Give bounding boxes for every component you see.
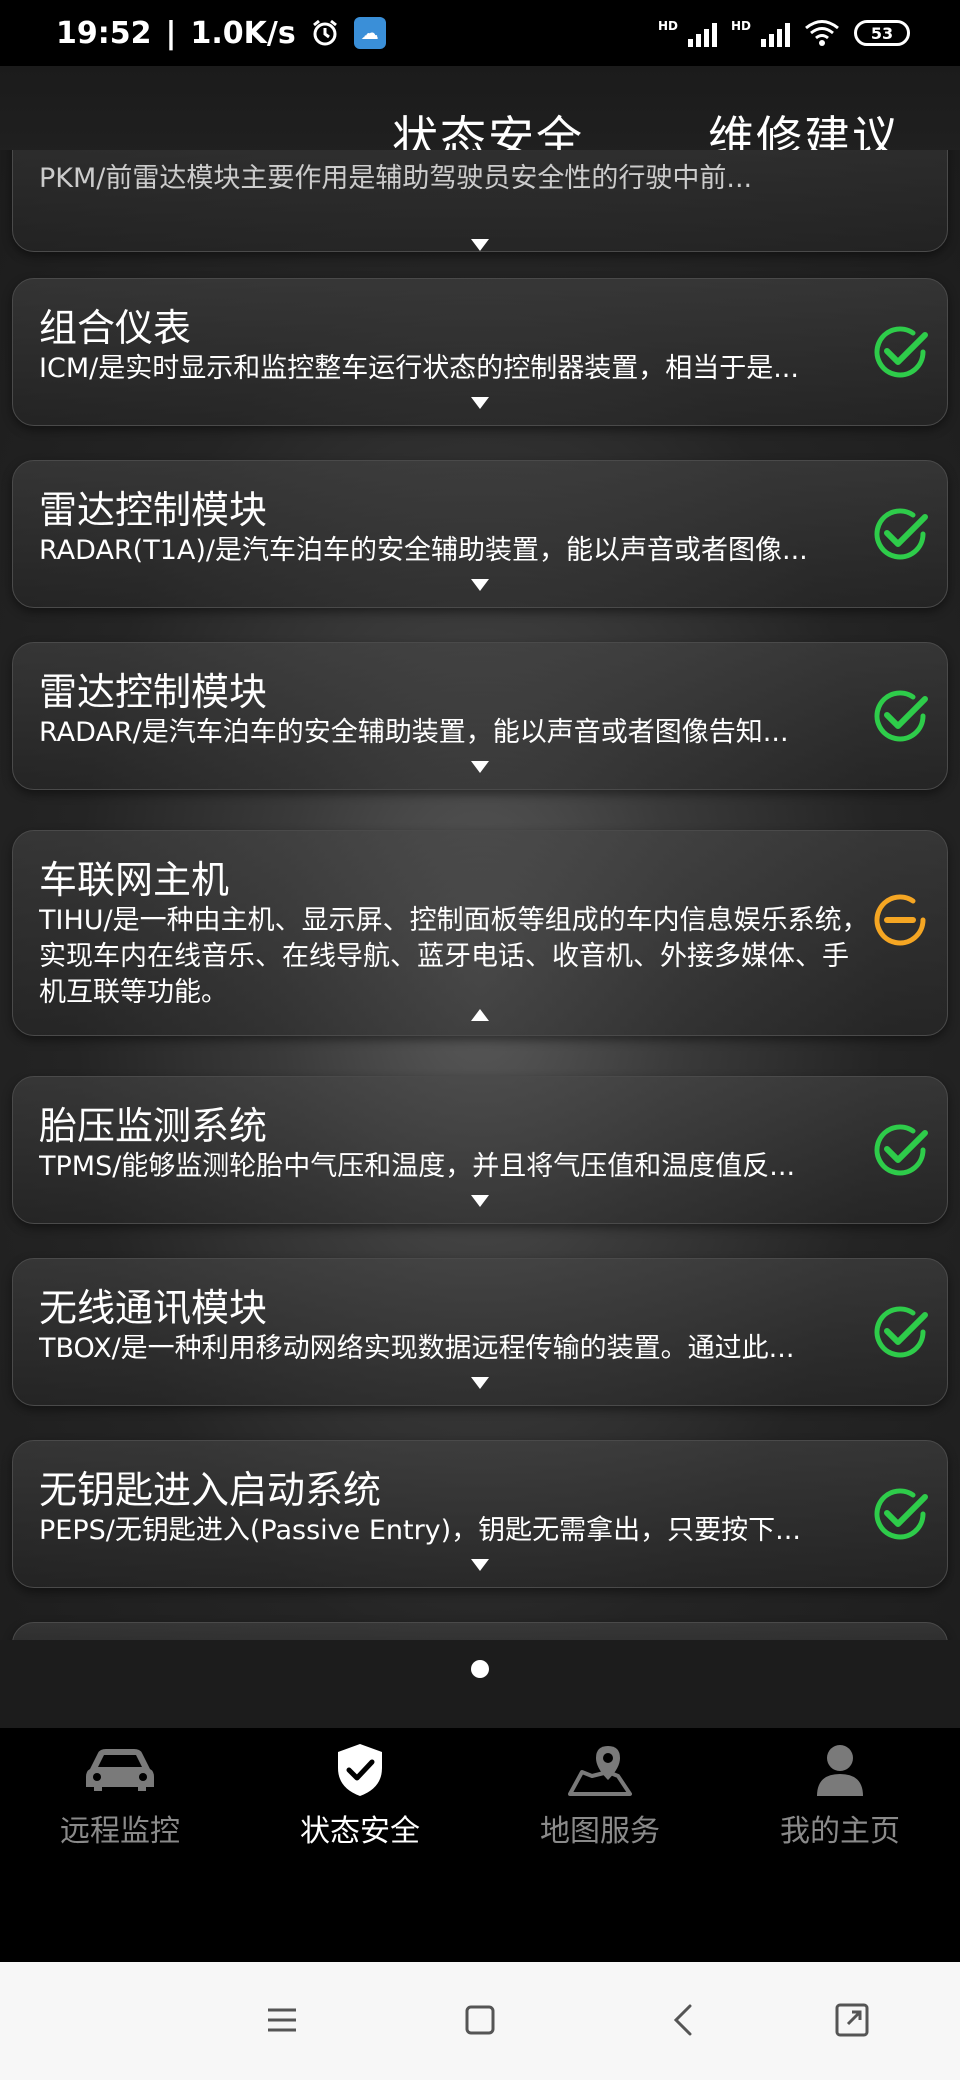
nav-status-safety[interactable]: 状态安全 <box>260 1740 460 1850</box>
car-icon <box>86 1749 154 1791</box>
check-circle-icon <box>874 326 928 378</box>
module-card[interactable]: 无钥匙进入启动系统 PEPS/无钥匙进入(Passive Entry)，钥匙无需… <box>12 1440 948 1588</box>
screenshot-icon[interactable] <box>832 2000 872 2040</box>
nav-label: 地图服务 <box>540 1814 660 1849</box>
battery-indicator: 53 <box>854 20 910 46</box>
module-title: 车联网主机 <box>39 858 230 902</box>
module-description: PKM/前雷达模块主要作用是辅助驾驶员安全性的行驶中前... <box>39 163 753 194</box>
module-description: TIHU/是一种由主机、显示屏、控制面板等组成的车内信息娱乐系统，实现车内在线音… <box>39 905 869 1008</box>
back-icon[interactable] <box>664 2000 704 2040</box>
module-title: 雷达控制模块 <box>39 670 268 714</box>
alarm-icon <box>312 19 337 46</box>
module-card[interactable]: 雷达控制模块 RADAR(T1A)/是汽车泊车的安全辅助装置，能以声音或者图像.… <box>12 460 948 608</box>
bottom-navigation: 远程监控 状态安全 地图服务 我的主页 <box>0 1728 960 1962</box>
status-bar: 19:52 | 1.0K/s ☁ HD HD 53 <box>0 0 960 66</box>
expand-arrow-icon[interactable] <box>471 397 489 409</box>
map-pin-icon <box>568 1746 632 1796</box>
warning-minus-circle-icon <box>874 894 926 946</box>
nav-label: 状态安全 <box>300 1814 420 1849</box>
module-title: 雷达控制模块 <box>39 488 268 532</box>
check-circle-icon <box>874 1124 928 1176</box>
module-title: 胎压监测系统 <box>39 1104 268 1148</box>
check-circle-icon <box>874 690 928 742</box>
module-card[interactable]: 胎压监测系统 TPMS/能够监测轮胎中气压和温度，并且将气压值和温度值反... <box>12 1076 948 1224</box>
menu-icon[interactable] <box>262 2000 302 2040</box>
hd-label-2: HD <box>730 19 751 33</box>
signal-icon-2 <box>761 19 790 47</box>
shield-check-icon <box>338 1744 382 1796</box>
hd-label-1: HD <box>657 19 678 33</box>
person-icon <box>817 1745 863 1796</box>
expand-arrow-icon[interactable] <box>471 1377 489 1389</box>
module-description: PEPS/无钥匙进入(Passive Entry)，钥匙无需拿出，只要按下... <box>39 1515 801 1546</box>
nav-map-service[interactable]: 地图服务 <box>500 1740 700 1850</box>
expand-arrow-icon[interactable] <box>471 1195 489 1207</box>
module-card[interactable]: PKM/前雷达模块主要作用是辅助驾驶员安全性的行驶中前... <box>12 150 948 252</box>
module-title: 无钥匙进入启动系统 <box>39 1468 382 1512</box>
module-card[interactable]: 无线通讯模块 TBOX/是一种利用移动网络实现数据远程传输的装置。通过此... <box>12 1258 948 1406</box>
nav-my-home[interactable]: 我的主页 <box>740 1740 940 1850</box>
expand-arrow-icon[interactable] <box>471 761 489 773</box>
nav-label: 远程监控 <box>60 1814 180 1849</box>
module-description: TPMS/能够监测轮胎中气压和温度，并且将气压值和温度值反... <box>39 1151 796 1182</box>
module-description: RADAR/是汽车泊车的安全辅助装置，能以声音或者图像告知... <box>39 717 789 748</box>
expand-arrow-icon[interactable] <box>471 1559 489 1571</box>
module-status-list[interactable]: PKM/前雷达模块主要作用是辅助驾驶员安全性的行驶中前... 组合仪表 ICM/… <box>0 150 960 1640</box>
check-circle-icon <box>874 508 928 560</box>
module-description: RADAR(T1A)/是汽车泊车的安全辅助装置，能以声音或者图像... <box>39 535 808 566</box>
module-card[interactable]: 组合仪表 ICM/是实时显示和监控整车运行状态的控制器装置，相当于是... <box>12 278 948 426</box>
module-card-expanded[interactable]: 车联网主机 TIHU/是一种由主机、显示屏、控制面板等组成的车内信息娱乐系统，实… <box>12 830 948 1036</box>
module-title: 无线通讯模块 <box>39 1286 268 1330</box>
status-time: 19:52 <box>56 15 152 51</box>
module-description: TBOX/是一种利用移动网络实现数据远程传输的装置。通过此... <box>39 1333 795 1364</box>
module-card[interactable]: 雷达控制模块 RADAR/是汽车泊车的安全辅助装置，能以声音或者图像告知... <box>12 642 948 790</box>
system-navigation-bar <box>0 1962 960 2080</box>
nav-remote-monitor[interactable]: 远程监控 <box>20 1740 220 1850</box>
wifi-icon <box>805 20 839 46</box>
home-icon[interactable] <box>460 2000 500 2040</box>
module-description: ICM/是实时显示和监控整车运行状态的控制器装置，相当于是... <box>39 353 799 384</box>
expand-arrow-icon[interactable] <box>471 239 489 251</box>
page-indicator-dot <box>471 1660 489 1678</box>
collapse-arrow-icon[interactable] <box>471 1009 489 1021</box>
check-circle-icon <box>874 1488 928 1540</box>
weather-app-icon: ☁ <box>353 17 386 49</box>
expand-arrow-icon[interactable] <box>471 579 489 591</box>
module-card[interactable] <box>12 1622 948 1640</box>
check-circle-icon <box>874 1306 928 1358</box>
signal-icon-1 <box>687 19 717 47</box>
nav-label: 我的主页 <box>780 1814 900 1849</box>
network-speed: 1.0K/s <box>190 15 296 51</box>
module-title: 组合仪表 <box>39 306 192 350</box>
